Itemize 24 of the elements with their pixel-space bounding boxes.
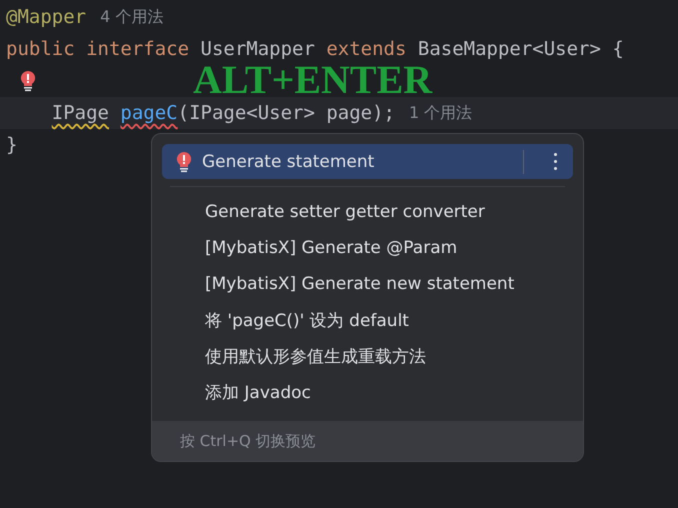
code-token: pageC — [120, 102, 178, 124]
code-token: UserMapper — [200, 38, 315, 60]
menu-item-label: Generate statement — [202, 152, 374, 172]
code-token: extends — [326, 38, 406, 60]
code-token: @Mapper — [6, 6, 86, 28]
menu-item[interactable]: 添加 Javadoc — [162, 374, 573, 410]
usage-hint[interactable]: 1 个用法 — [408, 102, 472, 124]
menu-item[interactable]: Generate statement — [162, 144, 573, 179]
menu-item[interactable]: [MybatisX] Generate new statement — [162, 266, 573, 302]
bulb-icon — [176, 150, 192, 172]
menu-item[interactable]: 将 'pageC()' 设为 default — [162, 302, 573, 338]
menu-item[interactable]: [MybatisX] Generate @Param — [162, 230, 573, 266]
footer-hint: 按 Ctrl+Q 切换预览 — [180, 432, 316, 450]
menu-item[interactable]: Generate setter getter converter — [162, 194, 573, 230]
code-token: } — [6, 134, 18, 156]
usage-hint[interactable]: 4 个用法 — [100, 6, 164, 28]
menu-item[interactable]: 使用默认形参值生成重载方法 — [162, 338, 573, 374]
code-token: interface — [86, 38, 190, 60]
shortcut-annotation: ALT+ENTER — [193, 58, 432, 102]
bulb-icon — [20, 70, 36, 92]
code-token: IPage — [52, 102, 109, 124]
code-token: public — [6, 38, 75, 60]
code-token: BaseMapper<User> { — [418, 38, 624, 60]
code-token: (IPage<User> page); — [178, 102, 395, 124]
